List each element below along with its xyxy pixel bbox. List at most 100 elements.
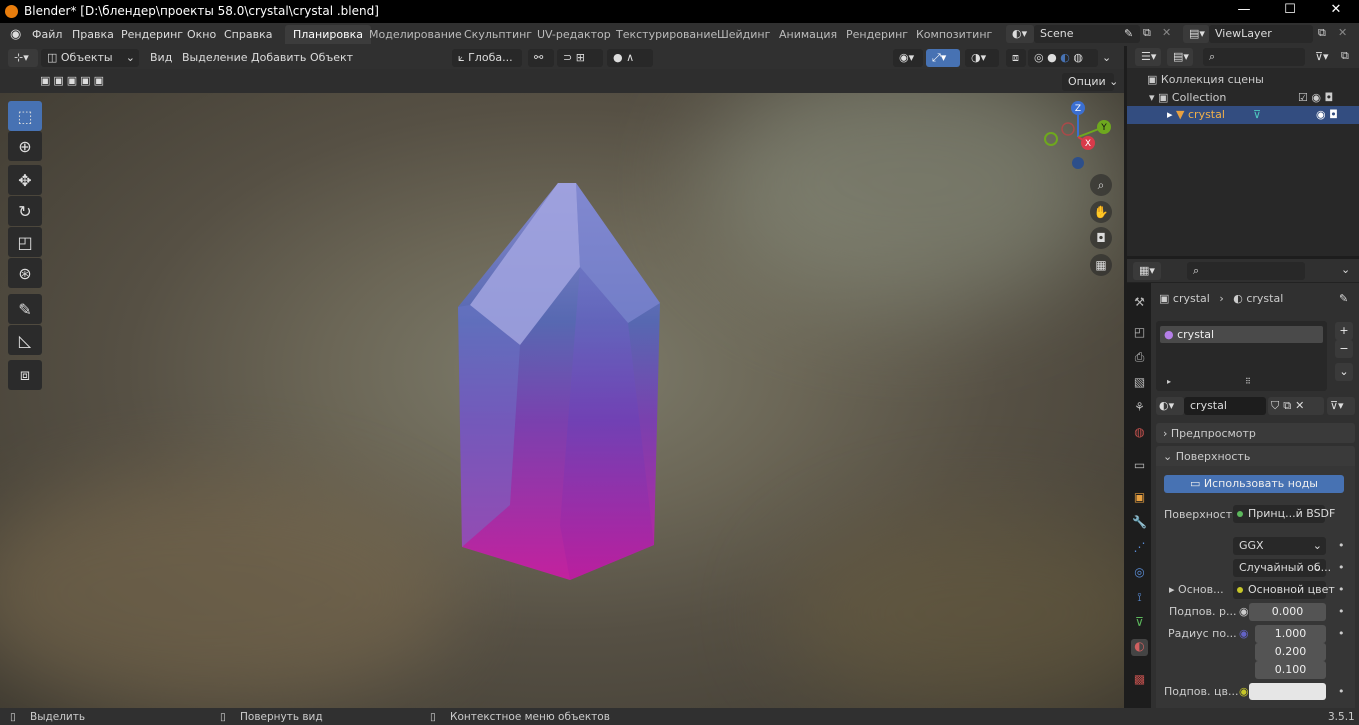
- radius-x-field[interactable]: 1.000: [1255, 625, 1326, 643]
- material-datablock-buttons[interactable]: ⛉⧉✕: [1268, 397, 1324, 415]
- tab-shading[interactable]: Шейдинг: [709, 25, 778, 44]
- menu-file[interactable]: Файл: [32, 28, 62, 41]
- distribution-dropdown[interactable]: GGX ⌄: [1233, 537, 1326, 555]
- perspective-grid-icon[interactable]: ▦: [1090, 254, 1112, 276]
- base-color-field[interactable]: Основной цвет: [1233, 581, 1335, 599]
- add-slot-button[interactable]: +: [1335, 322, 1353, 340]
- modifier-tab-icon[interactable]: 🔧: [1131, 515, 1148, 532]
- minimize-button[interactable]: —: [1221, 2, 1267, 21]
- object-tab-icon[interactable]: ▣: [1131, 490, 1148, 507]
- world-tab-icon[interactable]: ◍: [1131, 425, 1148, 442]
- slot-specials-icon[interactable]: ⌄: [1335, 363, 1353, 381]
- texture-tab-icon[interactable]: ▩: [1131, 672, 1148, 689]
- subsurface-color-swatch[interactable]: [1249, 683, 1326, 700]
- properties-editor-icon[interactable]: ▦▾: [1133, 262, 1161, 280]
- pin-scene-icon[interactable]: ✎: [1124, 27, 1133, 40]
- menu-help[interactable]: Справка: [224, 28, 272, 41]
- viewlayer-selector-icon[interactable]: ▤▾: [1183, 25, 1209, 43]
- surface-shader-field[interactable]: Принц...й BSDF: [1233, 505, 1335, 523]
- scene-selector-icon[interactable]: ◐▾: [1006, 25, 1034, 43]
- use-nodes-button[interactable]: ▭ Использовать ноды: [1164, 475, 1344, 493]
- wireframe-shading-icon[interactable]: ◎: [1034, 51, 1044, 64]
- delete-viewlayer-icon[interactable]: ✕: [1338, 26, 1347, 39]
- tab-texture-paint[interactable]: Текстурирование: [608, 25, 725, 44]
- 3d-viewport[interactable]: ⬚ ⊕ ✥ ↻ ◰ ⊛ ✎ ◺ ⧈ Z Y X ⌕ ✋ ◘ ▦: [0, 93, 1124, 708]
- rotate-tool[interactable]: ↻: [8, 196, 42, 226]
- menu-object[interactable]: Объект: [310, 51, 353, 64]
- color-socket-icon[interactable]: ◉: [1239, 685, 1249, 698]
- viewlayer-name-field[interactable]: ViewLayer: [1209, 25, 1313, 43]
- subsurface-value-field[interactable]: 0.000: [1249, 603, 1326, 621]
- material-slot-item[interactable]: ● crystal: [1160, 326, 1323, 343]
- crystal-object[interactable]: [440, 175, 680, 585]
- output-tab-icon[interactable]: ⎙: [1131, 350, 1148, 367]
- socket-dot-icon[interactable]: •: [1338, 605, 1345, 618]
- collection-tab-icon[interactable]: ▭: [1131, 458, 1148, 475]
- select-mode-icons[interactable]: ▣▣▣▣▣: [38, 72, 124, 90]
- pan-hand-icon[interactable]: ✋: [1090, 201, 1112, 223]
- radius-z-field[interactable]: 0.100: [1255, 661, 1326, 679]
- new-scene-icon[interactable]: ⧉: [1143, 26, 1151, 40]
- expand-arrow-icon[interactable]: ▸: [1167, 108, 1176, 121]
- options-dropdown[interactable]: Опции ⌄: [1062, 73, 1118, 91]
- list-expand-icon[interactable]: ▸: [1167, 377, 1171, 386]
- tab-rendering[interactable]: Рендеринг: [838, 25, 916, 44]
- material-name-field[interactable]: crystal: [1184, 397, 1266, 415]
- proportional-edit-icon[interactable]: ● ∧: [607, 49, 653, 67]
- browse-material-icon[interactable]: ◐▾: [1156, 397, 1184, 415]
- shading-dropdown-icon[interactable]: ⌄: [1102, 51, 1111, 64]
- menu-window[interactable]: Окно: [187, 28, 216, 41]
- neg-x-axis-icon[interactable]: [1061, 122, 1075, 136]
- editor-type-icon[interactable]: ⊹▾: [8, 49, 38, 67]
- scale-tool[interactable]: ◰: [8, 227, 42, 257]
- snap-icon[interactable]: ⊃ ⊞: [557, 49, 603, 67]
- navigation-gizmo[interactable]: Z Y X: [1040, 99, 1116, 175]
- delete-scene-icon[interactable]: ✕: [1162, 26, 1171, 39]
- annotate-tool[interactable]: ✎: [8, 294, 42, 324]
- data-tab-icon[interactable]: ⊽: [1131, 615, 1148, 632]
- expand-arrow-icon[interactable]: ▾: [1149, 91, 1158, 104]
- new-collection-icon[interactable]: ⧉: [1341, 49, 1349, 63]
- socket-dot-icon[interactable]: •: [1338, 561, 1345, 574]
- camera-view-icon[interactable]: ◘: [1090, 227, 1112, 249]
- radius-y-field[interactable]: 0.200: [1255, 643, 1326, 661]
- socket-dot-icon[interactable]: •: [1338, 685, 1345, 698]
- mesh-data-icon[interactable]: ⊽: [1253, 108, 1261, 121]
- blender-menu-icon[interactable]: ◉: [10, 27, 21, 42]
- transform-orientation[interactable]: ⟀ Глоба...: [452, 49, 522, 67]
- properties-search-input[interactable]: ⌕: [1187, 262, 1305, 280]
- scene-tab-icon[interactable]: ⚘: [1131, 400, 1148, 417]
- menu-edit[interactable]: Правка: [72, 28, 114, 41]
- menu-select[interactable]: Выделение: [182, 51, 248, 64]
- physics-tab-icon[interactable]: ◎: [1131, 565, 1148, 582]
- neg-z-axis-icon[interactable]: [1072, 157, 1084, 169]
- expand-arrow-icon[interactable]: ▸: [1169, 583, 1178, 596]
- tab-sculpting[interactable]: Скульптинг: [456, 25, 540, 44]
- outliner-editor-icon[interactable]: ☰▾: [1135, 48, 1161, 66]
- gizmo-toggle-icon[interactable]: ⤢▾: [926, 49, 960, 67]
- xray-icon[interactable]: ⧈: [1006, 49, 1026, 67]
- close-button[interactable]: ✕: [1313, 2, 1359, 21]
- float-socket-icon[interactable]: ◉: [1239, 605, 1249, 618]
- neg-y-axis-icon[interactable]: [1044, 132, 1058, 146]
- rendered-shading-icon[interactable]: ◍: [1073, 51, 1083, 64]
- tab-uv-editing[interactable]: UV-редактор: [529, 25, 619, 44]
- display-mode-icon[interactable]: ▤▾: [1167, 48, 1193, 66]
- tool-tab-icon[interactable]: ⚒: [1131, 295, 1148, 312]
- menu-add[interactable]: Добавить: [251, 51, 306, 64]
- scene-collection-row[interactable]: ▣ Коллекция сцены: [1147, 73, 1264, 86]
- cursor-tool[interactable]: ⊕: [8, 131, 42, 161]
- new-viewlayer-icon[interactable]: ⧉: [1318, 26, 1326, 40]
- socket-dot-icon[interactable]: •: [1338, 627, 1345, 640]
- vector-socket-icon[interactable]: ◉: [1239, 627, 1249, 640]
- view-layer-tab-icon[interactable]: ▧: [1131, 375, 1148, 392]
- collection-toggles[interactable]: ☑ ◉ ◘: [1298, 91, 1333, 104]
- properties-options-icon[interactable]: ⌄: [1341, 263, 1350, 276]
- menu-view[interactable]: Вид: [150, 51, 172, 64]
- overlay-toggle-icon[interactable]: ◑▾: [965, 49, 999, 67]
- tab-layout[interactable]: Планировка: [285, 25, 371, 44]
- shading-modes[interactable]: ◎ ● ◐ ◍: [1028, 49, 1098, 67]
- move-tool[interactable]: ✥: [8, 165, 42, 195]
- render-tab-icon[interactable]: ◰: [1131, 325, 1148, 342]
- filter-icon[interactable]: ⊽▾: [1315, 50, 1329, 63]
